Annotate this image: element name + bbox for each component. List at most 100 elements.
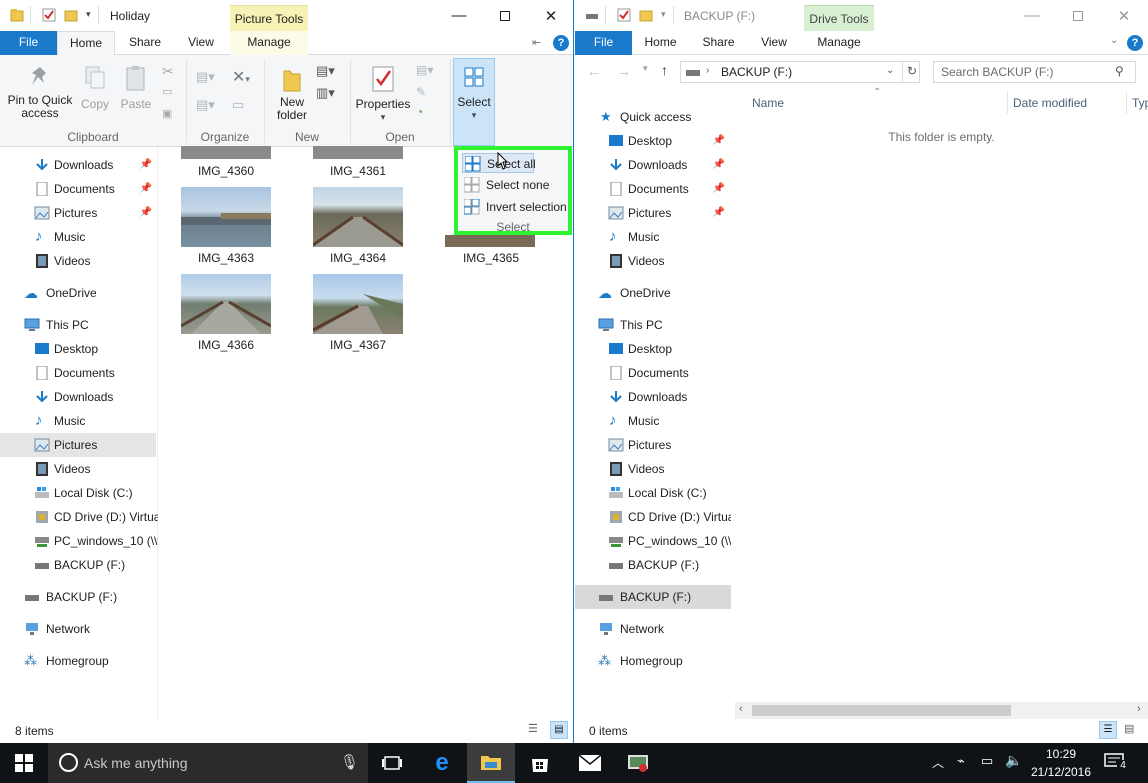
tab-view[interactable]: View — [174, 31, 228, 55]
usb-icon[interactable]: ⌁ — [957, 753, 965, 769]
copy-to-icon[interactable]: ▤▾ — [196, 97, 215, 113]
nav-item-homegroup[interactable]: ⁂ Homegroup — [0, 649, 158, 673]
back-icon[interactable]: ← — [587, 63, 601, 79]
tab-share[interactable]: Share — [691, 31, 746, 55]
nav-item-local-disk[interactable]: Local Disk (C:) — [575, 481, 731, 505]
action-center-button[interactable]: 4 — [1104, 753, 1129, 773]
mail-button[interactable] — [566, 743, 614, 783]
edit-icon[interactable]: ✎ — [416, 85, 426, 99]
nav-item-network-share[interactable]: PC_windows_10 (\\v — [575, 529, 731, 553]
network-status-icon[interactable]: ▭ — [981, 753, 993, 769]
tab-home[interactable]: Home — [57, 31, 115, 56]
thumbnail-img-4364[interactable] — [313, 187, 403, 247]
nav-item-documents-pc[interactable]: Documents — [0, 361, 158, 385]
nav-item-desktop-pc[interactable]: Desktop — [575, 337, 731, 361]
nav-item-quick-access[interactable]: ★ Quick access — [575, 105, 731, 129]
pin-to-quick-access-button[interactable]: Pin to Quick access — [4, 65, 76, 120]
scroll-left-icon[interactable]: ‹ — [739, 703, 743, 715]
pin-ribbon-icon[interactable]: ⇤ — [532, 36, 541, 49]
nav-item-network[interactable]: Network — [0, 617, 158, 641]
maximize-button[interactable] — [482, 0, 528, 31]
thumbnail-img-4360[interactable] — [181, 146, 271, 159]
nav-item-cd-drive[interactable]: CD Drive (D:) Virtua — [0, 505, 158, 529]
invert-selection-menu-item[interactable]: Invert selection — [462, 197, 570, 217]
refresh-icon[interactable]: ↻ — [907, 64, 917, 78]
column-header-name[interactable]: Name — [752, 96, 784, 110]
nav-item-pictures[interactable]: Pictures 📌 — [0, 201, 158, 225]
file-name[interactable]: IMG_4361 — [303, 164, 413, 178]
nav-item-pictures-pc-selected[interactable]: Pictures — [0, 433, 156, 457]
file-name[interactable]: IMG_4360 — [171, 164, 281, 178]
edge-browser-button[interactable]: e — [418, 743, 466, 783]
file-name[interactable]: IMG_4363 — [171, 251, 281, 265]
help-icon[interactable]: ? — [553, 35, 569, 51]
start-button[interactable] — [0, 743, 48, 783]
thumbnail-img-4365[interactable] — [445, 235, 535, 247]
address-bar[interactable]: › BACKUP (F:) ⌄ ↻ — [680, 61, 920, 83]
move-to-icon[interactable]: ▤▾ — [196, 69, 215, 85]
nav-item-network-share[interactable]: PC_windows_10 (\\v — [0, 529, 158, 553]
new-folder-icon[interactable] — [64, 8, 78, 22]
nav-item-documents-pc[interactable]: Documents — [575, 361, 731, 385]
up-icon[interactable]: ↑ — [661, 62, 668, 78]
recent-locations-icon[interactable]: ▾ — [643, 63, 648, 74]
file-name[interactable]: IMG_4366 — [171, 338, 281, 352]
search-input[interactable]: Search BACKUP (F:) — [941, 65, 1053, 79]
nav-item-desktop[interactable]: Desktop 📌 — [575, 129, 731, 153]
nav-item-backup-pc[interactable]: BACKUP (F:) — [575, 553, 731, 577]
close-button[interactable]: ✕ — [1101, 0, 1147, 31]
expand-ribbon-icon[interactable]: ⌄ — [1110, 35, 1118, 46]
title-bar[interactable]: ▾ BACKUP (F:) Drive Tools — ✕ — [575, 0, 1148, 31]
nav-item-downloads[interactable]: Downloads 📌 — [575, 153, 731, 177]
scrollbar-thumb[interactable] — [752, 705, 1011, 716]
nav-item-local-disk[interactable]: Local Disk (C:) — [0, 481, 158, 505]
nav-item-music-pc[interactable]: ♪ Music — [0, 409, 158, 433]
nav-item-videos[interactable]: Videos — [575, 249, 731, 273]
title-bar[interactable]: ▾ Holiday Picture Tools — ✕ — [0, 0, 573, 31]
minimize-button[interactable]: — — [436, 0, 482, 31]
nav-item-music[interactable]: ♪ Music — [0, 225, 158, 249]
file-name[interactable]: IMG_4367 — [303, 338, 413, 352]
tab-file[interactable]: File — [0, 31, 57, 55]
select-button[interactable]: Select ▾ — [453, 58, 495, 146]
nav-item-documents[interactable]: Documents 📌 — [575, 177, 731, 201]
file-name[interactable]: IMG_4364 — [303, 251, 413, 265]
column-header-date-modified[interactable]: Date modified — [1013, 96, 1087, 110]
clock-time[interactable]: 10:29 — [1030, 747, 1092, 761]
nav-item-videos-pc[interactable]: Videos — [0, 457, 158, 481]
paste-button[interactable]: Paste — [118, 65, 154, 111]
clock-date[interactable]: 21/12/2016 — [1030, 765, 1092, 779]
customize-toolbar-icon[interactable]: ▾ — [661, 9, 666, 20]
nav-item-onedrive[interactable]: ☁ OneDrive — [0, 281, 158, 305]
tab-share[interactable]: Share — [117, 31, 173, 55]
search-box[interactable]: Search BACKUP (F:) ⚲ — [933, 61, 1136, 83]
tab-manage[interactable]: Manage — [804, 31, 874, 55]
nav-item-desktop[interactable]: Desktop — [0, 337, 158, 361]
copy-path-icon[interactable]: ▭ — [162, 85, 172, 98]
store-button[interactable] — [516, 743, 564, 783]
remote-app-button[interactable] — [614, 743, 662, 783]
nav-item-pictures[interactable]: Pictures 📌 — [575, 201, 731, 225]
rename-icon[interactable]: ▭ — [232, 97, 244, 113]
customize-toolbar-icon[interactable]: ▾ — [86, 9, 91, 20]
file-name[interactable]: IMG_4365 — [436, 251, 546, 265]
nav-item-downloads[interactable]: Downloads 📌 — [0, 153, 158, 177]
nav-item-homegroup[interactable]: ⁂ Homegroup — [575, 649, 731, 673]
delete-icon[interactable]: ✕▾ — [232, 67, 250, 87]
cortana-search-box[interactable]: Ask me anything 🎙 — [48, 743, 368, 783]
minimize-button[interactable]: — — [1009, 0, 1055, 31]
horizontal-scrollbar[interactable]: ‹ › — [735, 702, 1148, 719]
close-button[interactable]: ✕ — [528, 0, 573, 31]
tab-manage[interactable]: Manage — [230, 31, 308, 55]
tab-view[interactable]: View — [747, 31, 801, 55]
show-hidden-icons-icon[interactable]: ︿ — [932, 754, 944, 771]
history-icon[interactable]: ◔ — [416, 105, 423, 119]
column-header-type[interactable]: Typ — [1132, 96, 1148, 110]
nav-item-downloads-pc[interactable]: Downloads — [575, 385, 731, 409]
nav-item-cd-drive[interactable]: CD Drive (D:) Virtua — [575, 505, 731, 529]
maximize-button[interactable] — [1055, 0, 1101, 31]
address-dropdown-icon[interactable]: ⌄ — [886, 65, 894, 76]
properties-icon[interactable] — [617, 8, 631, 22]
select-none-menu-item[interactable]: Select none — [462, 175, 562, 195]
taskbar-search-input[interactable]: Ask me anything — [84, 755, 188, 771]
